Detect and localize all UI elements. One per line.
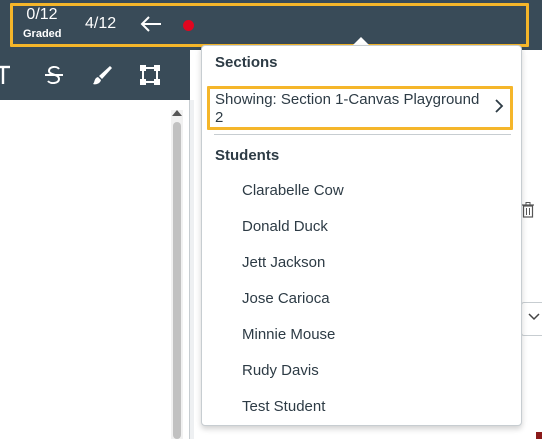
section-current-label: Showing: Section 1-Canvas Playground 2: [215, 91, 480, 126]
students-header: Students: [215, 147, 280, 164]
section-selector[interactable]: Showing: Section 1-Canvas Playground 2: [207, 86, 513, 130]
student-picker-menu: Sections Showing: Section 1-Canvas Playg…: [201, 45, 522, 426]
document-preview-pane: [0, 100, 190, 439]
area-select-icon[interactable]: [139, 64, 161, 86]
scroll-up-icon[interactable]: [172, 110, 182, 116]
menu-divider: [214, 134, 511, 135]
pane-divider: [190, 100, 194, 439]
graded-label: Graded: [23, 28, 62, 40]
student-item-test-student[interactable]: Test Student: [242, 398, 325, 415]
student-item-donald-duck[interactable]: Donald Duck: [242, 218, 328, 235]
student-item-jett-jackson[interactable]: Jett Jackson: [242, 254, 325, 271]
scrollbar-thumb[interactable]: [173, 122, 181, 439]
student-item-jose-carioca[interactable]: Jose Carioca: [242, 290, 330, 307]
grading-header-bar: 0/12 Graded 4/12: [0, 0, 542, 50]
text-tool-icon[interactable]: [0, 64, 16, 86]
annotation-toolbar: [0, 50, 190, 100]
chevron-right-icon: [495, 99, 504, 113]
chevron-down-icon[interactable]: [528, 312, 540, 322]
student-position[interactable]: 4/12: [85, 15, 116, 33]
trash-icon[interactable]: [521, 202, 535, 218]
highlight-brush-icon[interactable]: [91, 64, 113, 86]
student-item-rudy-davis[interactable]: Rudy Davis: [242, 362, 319, 379]
strikethrough-icon[interactable]: [43, 64, 65, 86]
graded-count: 0/12: [26, 6, 58, 23]
graded-counter: 0/12 Graded: [23, 6, 62, 41]
dropdown-notch: [353, 37, 369, 45]
background-accent: [536, 432, 542, 439]
student-item-clarabelle-cow[interactable]: Clarabelle Cow: [242, 182, 344, 199]
status-dot-icon: [183, 20, 194, 31]
arrow-left-icon[interactable]: [138, 13, 164, 35]
student-item-minnie-mouse[interactable]: Minnie Mouse: [242, 326, 335, 343]
sections-header: Sections: [215, 54, 278, 71]
